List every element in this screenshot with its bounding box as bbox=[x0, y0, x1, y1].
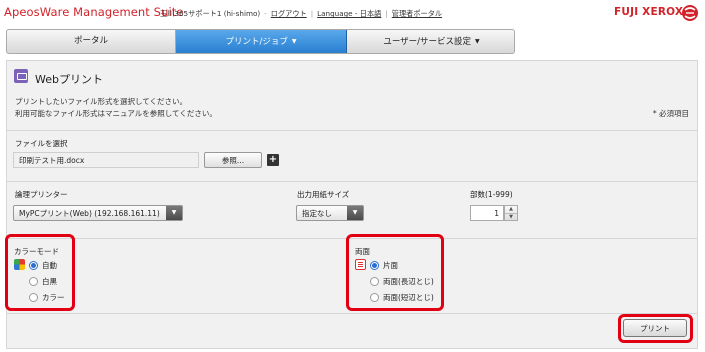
brand-logo-text: FUJI XEROX bbox=[614, 6, 684, 18]
user-name: 玉川365サポート1 (hi-shimo) bbox=[160, 9, 261, 18]
description-line-1: プリントしたいファイル形式を選択してください。 bbox=[15, 97, 188, 106]
app-title: ApeosWare Management Suite bbox=[4, 5, 184, 19]
highlight-color-mode bbox=[5, 234, 75, 311]
admin-portal-link[interactable]: 管理者ポータル bbox=[392, 9, 442, 18]
chevron-down-icon: ▼ bbox=[347, 206, 363, 220]
main-nav: ポータル プリント/ジョブ ▼ ユーザー/サービス設定 ▼ bbox=[6, 29, 515, 54]
required-note: * 必須項目 bbox=[652, 109, 689, 118]
header: ApeosWare Management Suite 玉川365サポート1 (h… bbox=[0, 0, 705, 26]
browse-button[interactable]: 参照... bbox=[204, 152, 262, 168]
tab-user-service-label: ユーザー/サービス設定 bbox=[383, 37, 472, 47]
tab-portal-label: ポータル bbox=[73, 36, 108, 46]
chevron-down-icon: ▼ bbox=[166, 206, 182, 220]
spin-down-icon[interactable]: ▼ bbox=[505, 213, 517, 221]
add-file-button[interactable]: + bbox=[267, 154, 279, 166]
tab-portal[interactable]: ポータル bbox=[7, 30, 176, 53]
file-section: ファイルを選択 印刷テスト用.docx 参照... + bbox=[7, 131, 697, 182]
copies-stepper[interactable]: ▲ ▼ bbox=[504, 205, 518, 221]
web-print-icon bbox=[14, 69, 28, 83]
user-links: 玉川365サポート1 (hi-shimo) - ログアウト | Language - 日… bbox=[160, 9, 443, 18]
paper-size-select[interactable]: 指定なし ▼ bbox=[296, 205, 364, 221]
tab-print-job-label: プリント/ジョブ bbox=[225, 37, 288, 47]
file-label: ファイルを選択 bbox=[15, 139, 68, 148]
highlight-duplex bbox=[346, 234, 444, 311]
chevron-down-icon: ▼ bbox=[475, 38, 480, 45]
file-name-field[interactable]: 印刷テスト用.docx bbox=[13, 152, 199, 168]
tab-user-service-settings[interactable]: ユーザー/サービス設定 ▼ bbox=[347, 30, 514, 53]
chevron-down-icon: ▼ bbox=[291, 38, 297, 45]
paper-size-value: 指定なし bbox=[302, 209, 332, 218]
page-title: Webプリント bbox=[35, 73, 103, 86]
description-line-2: 利用可能なファイル形式はマニュアルを参照してください。 bbox=[15, 109, 217, 118]
language-link[interactable]: Language - 日本語 bbox=[317, 9, 381, 18]
options-section: 論理プリンター MyPCプリント(Web) (192.168.161.11) ▼… bbox=[7, 182, 697, 239]
printer-select-value: MyPCプリント(Web) (192.168.161.11) bbox=[19, 209, 160, 218]
tab-print-job[interactable]: プリント/ジョブ ▼ bbox=[176, 30, 347, 53]
panel-header: Webプリント プリントしたいファイル形式を選択してください。 利用可能なファイ… bbox=[7, 61, 697, 131]
logout-link[interactable]: ログアウト bbox=[271, 9, 307, 18]
print-button[interactable]: プリント bbox=[623, 319, 687, 337]
spin-up-icon[interactable]: ▲ bbox=[505, 206, 517, 213]
printer-label: 論理プリンター bbox=[15, 190, 68, 199]
fuji-xerox-logo-icon bbox=[682, 5, 698, 21]
copies-label: 部数(1-999) bbox=[470, 190, 513, 199]
paper-size-label: 出力用紙サイズ bbox=[297, 190, 350, 199]
copies-input[interactable]: 1 bbox=[470, 205, 504, 221]
printer-select[interactable]: MyPCプリント(Web) (192.168.161.11) ▼ bbox=[13, 205, 183, 221]
